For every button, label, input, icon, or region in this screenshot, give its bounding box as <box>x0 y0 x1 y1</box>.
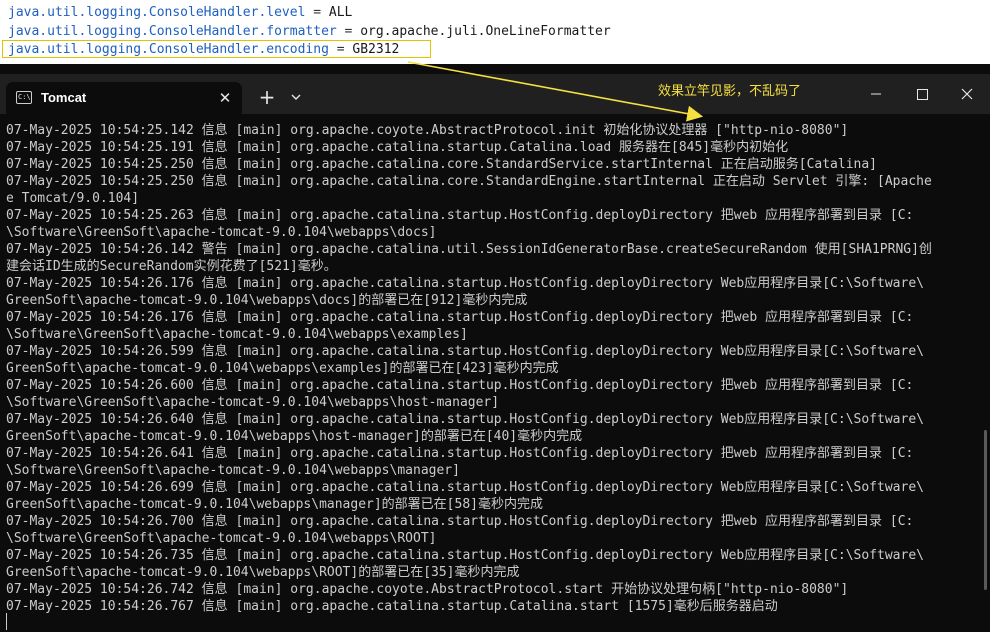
console-line: 07-May-2025 10:54:25.263 信息 [main] org.a… <box>6 208 914 223</box>
config-operator: = <box>305 5 329 20</box>
console-line: 07-May-2025 10:54:26.176 信息 [main] org.a… <box>6 276 924 291</box>
maximize-button[interactable] <box>899 80 945 108</box>
console-line: GreenSoft\apache-tomcat-9.0.104\webapps\… <box>6 429 583 444</box>
config-value: ALL <box>328 5 353 20</box>
maximize-icon <box>917 89 928 100</box>
terminal-icon: C:\ <box>16 91 32 104</box>
minimize-button[interactable] <box>853 80 899 108</box>
close-icon: ✕ <box>218 89 232 107</box>
config-operator: = <box>336 24 361 39</box>
close-window-button[interactable] <box>944 80 990 108</box>
console-line: 07-May-2025 10:54:26.142 警告 [main] org.a… <box>6 242 932 257</box>
config-line-level: java.util.logging.ConsoleHandler.level =… <box>8 4 352 21</box>
console-line: 07-May-2025 10:54:26.735 信息 [main] org.a… <box>6 548 924 563</box>
text-cursor <box>6 613 7 630</box>
console-line: 07-May-2025 10:54:26.599 信息 [main] org.a… <box>6 344 924 359</box>
console-line: \Software\GreenSoft\apache-tomcat-9.0.10… <box>6 327 468 342</box>
annotation-text: 效果立竿见影，不乱码了 <box>658 84 802 99</box>
console-line: GreenSoft\apache-tomcat-9.0.104\webapps\… <box>6 497 543 512</box>
encoding-highlight-box <box>2 40 431 58</box>
terminal-window: C:\ Tomcat ✕ + 效果立竿见影，不乱码了 07-May-2025 1… <box>0 74 990 632</box>
console-line: 07-May-2025 10:54:26.699 信息 [main] org.a… <box>6 480 924 495</box>
console-line: 建会话ID生成的SecureRandom实例花费了[521]毫秒。 <box>6 259 337 274</box>
terminal-icon-label: C:\ <box>18 93 31 101</box>
tab-dropdown-button[interactable] <box>286 87 306 107</box>
tab-title: Tomcat <box>41 90 87 105</box>
config-line-formatter: java.util.logging.ConsoleHandler.formatt… <box>8 23 611 40</box>
console-line: \Software\GreenSoft\apache-tomcat-9.0.10… <box>6 225 437 240</box>
console-output[interactable]: 07-May-2025 10:54:25.142 信息 [main] org.a… <box>6 122 974 628</box>
config-editor: java.util.logging.ConsoleHandler.level =… <box>0 0 990 64</box>
console-line: GreenSoft\apache-tomcat-9.0.104\webapps\… <box>6 361 559 376</box>
console-line: \Software\GreenSoft\apache-tomcat-9.0.10… <box>6 463 460 478</box>
title-bar[interactable]: C:\ Tomcat ✕ + 效果立竿见影，不乱码了 <box>0 74 990 114</box>
console-line: e Tomcat/9.0.104] <box>6 191 140 206</box>
console-line: 07-May-2025 10:54:26.742 信息 [main] org.a… <box>6 582 849 597</box>
console-line: \Software\GreenSoft\apache-tomcat-9.0.10… <box>6 395 500 410</box>
console-line: 07-May-2025 10:54:26.640 信息 [main] org.a… <box>6 412 924 427</box>
chevron-down-icon <box>291 94 301 100</box>
console-line: GreenSoft\apache-tomcat-9.0.104\webapps\… <box>6 565 520 580</box>
close-icon <box>961 88 973 100</box>
config-value: org.apache.juli.OneLineFormatter <box>360 24 611 39</box>
console-line: 07-May-2025 10:54:25.250 信息 [main] org.a… <box>6 157 878 172</box>
plus-icon: + <box>258 85 276 109</box>
minimize-icon <box>871 93 881 95</box>
new-tab-button[interactable]: + <box>255 84 279 110</box>
console-line: 07-May-2025 10:54:26.641 信息 [main] org.a… <box>6 446 914 461</box>
scrollbar-thumb[interactable] <box>984 430 987 590</box>
tab-tomcat[interactable]: C:\ Tomcat ✕ <box>6 82 242 114</box>
console-line: 07-May-2025 10:54:26.767 信息 [main] org.a… <box>6 599 778 614</box>
console-line: 07-May-2025 10:54:25.142 信息 [main] org.a… <box>6 123 849 138</box>
console-line: 07-May-2025 10:54:26.700 信息 [main] org.a… <box>6 514 914 529</box>
console-line: \Software\GreenSoft\apache-tomcat-9.0.10… <box>6 531 437 546</box>
config-key: java.util.logging.ConsoleHandler.level <box>8 5 306 20</box>
close-tab-button[interactable]: ✕ <box>214 87 236 109</box>
config-key: java.util.logging.ConsoleHandler.formatt… <box>8 24 337 39</box>
console-line: 07-May-2025 10:54:25.250 信息 [main] org.a… <box>6 174 932 189</box>
console-line: GreenSoft\apache-tomcat-9.0.104\webapps\… <box>6 293 528 308</box>
console-line: 07-May-2025 10:54:26.176 信息 [main] org.a… <box>6 310 914 325</box>
console-line: 07-May-2025 10:54:25.191 信息 [main] org.a… <box>6 140 789 155</box>
console-line: 07-May-2025 10:54:26.600 信息 [main] org.a… <box>6 378 914 393</box>
